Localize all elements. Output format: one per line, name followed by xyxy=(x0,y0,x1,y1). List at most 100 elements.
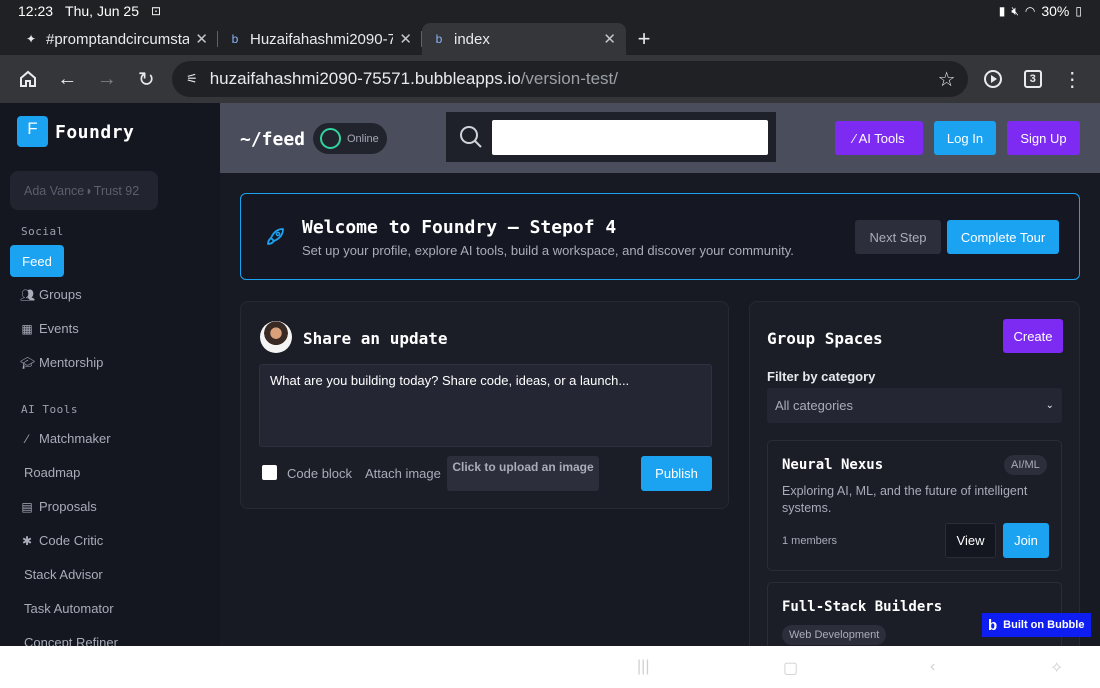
banner-title: Welcome to Foundry — Stepof 4 xyxy=(302,217,617,238)
bookmark-star-icon[interactable]: ☆ xyxy=(938,67,956,92)
sidebar-item-events[interactable]: ▦ Events xyxy=(20,321,79,336)
sidebar-item-mentorship[interactable]: 🎓︎ Mentorship xyxy=(20,355,103,370)
user-trust: Trust 92 xyxy=(93,183,140,198)
close-icon[interactable]: ✕ xyxy=(195,30,208,48)
search-input[interactable] xyxy=(492,119,768,155)
avatar[interactable] xyxy=(260,321,292,353)
screenshot-icon: ⊡ xyxy=(150,4,162,18)
browser-tab-strip: ✦ #promptandcircumstan ✕ b Huzaifahashmi… xyxy=(0,22,1100,55)
back-nav-icon[interactable]: ‹ xyxy=(930,658,935,676)
accessibility-icon[interactable]: ✧ xyxy=(1050,658,1063,678)
sidebar-item-task-automator[interactable]: Task Automator xyxy=(24,601,114,616)
forward-icon[interactable]: → xyxy=(87,59,127,99)
clock-date: Thu, Jun 25 xyxy=(65,3,139,19)
built-on-bubble-badge[interactable]: b Built on Bubble xyxy=(982,613,1091,637)
system-status-bar: 12:23 Thu, Jun 25 ⊡ ▮ 🔇︎ ◠ 30% ▯ xyxy=(0,0,1100,22)
group-name[interactable]: Neural Nexus xyxy=(782,457,883,473)
online-status-toggle[interactable]: Online xyxy=(313,123,387,154)
sidebar-item-label: Concept Refiner xyxy=(24,635,118,646)
mute-icon: 🔇︎ xyxy=(1011,3,1019,18)
group-spaces-title: Group Spaces xyxy=(767,329,883,348)
banner-subtitle: Set up your profile, explore AI tools, b… xyxy=(302,243,794,258)
category-filter-select[interactable]: All categories ⌄ xyxy=(767,388,1062,423)
browser-toolbar: ← → ↻ ⚟ huzaifahashmi2090-75571.bubbleap… xyxy=(0,55,1100,103)
ai-tools-button[interactable]: ⁄ AI Tools xyxy=(835,121,923,155)
share-update-card: Share an update Code block Attach image … xyxy=(240,301,729,509)
complete-tour-button[interactable]: Complete Tour xyxy=(947,220,1059,254)
user-chip[interactable]: Ada Vance ◗ Trust 92 xyxy=(10,171,158,210)
publish-button[interactable]: Publish xyxy=(641,456,712,491)
sidebar-item-label: Events xyxy=(39,321,79,336)
reload-icon[interactable]: ↻ xyxy=(127,59,167,99)
file-icon: ▤ xyxy=(21,499,33,514)
home-nav-icon[interactable]: ▢ xyxy=(783,658,798,678)
chevron-down-icon: ⌄ xyxy=(1045,400,1054,411)
sidebar-item-code-critic[interactable]: ✱ Code Critic xyxy=(20,533,103,548)
battery-icon: ▯ xyxy=(1075,4,1082,18)
sidebar-item-label: Task Automator xyxy=(24,601,114,616)
join-group-button[interactable]: Join xyxy=(1003,523,1049,558)
top-header: ~/feed Online ⁄ AI Tools Log In Sign Up xyxy=(220,103,1100,173)
login-button[interactable]: Log In xyxy=(934,121,996,155)
url-path: /version-test/ xyxy=(520,69,618,88)
browser-tab[interactable]: ✦ #promptandcircumstan ✕ xyxy=(14,23,218,55)
new-tab-button[interactable]: + xyxy=(626,23,662,55)
search-icon[interactable] xyxy=(458,124,484,150)
brand-name[interactable]: Foundry xyxy=(55,122,134,143)
sidebar-item-concept-refiner[interactable]: Concept Refiner xyxy=(24,635,118,646)
bubble-icon: b xyxy=(231,32,239,46)
crosshair-icon: ✦ xyxy=(25,32,37,46)
image-upload-button[interactable]: Click to upload an image xyxy=(447,456,599,491)
address-bar[interactable]: ⚟ huzaifahashmi2090-75571.bubbleapps.io /… xyxy=(172,61,968,97)
sidebar-item-feed[interactable]: Feed xyxy=(10,245,64,277)
group-members: 1 members xyxy=(782,535,838,547)
create-group-button[interactable]: Create xyxy=(1003,319,1063,353)
back-icon[interactable]: ← xyxy=(48,59,88,99)
group-name[interactable]: Full-Stack Builders xyxy=(782,599,942,615)
status-label: Online xyxy=(347,132,379,145)
status-dot-icon xyxy=(320,128,341,149)
url-host: huzaifahashmi2090-75571.bubbleapps.io xyxy=(209,69,521,88)
next-step-button[interactable]: Next Step xyxy=(855,220,941,254)
code-block-checkbox[interactable] xyxy=(262,465,277,480)
brand-logo[interactable]: F xyxy=(17,116,48,147)
group-spaces-card: Group Spaces Create Filter by category A… xyxy=(749,301,1080,646)
shield-icon: ◗ xyxy=(85,183,93,198)
site-settings-icon[interactable]: ⚟ xyxy=(186,71,198,87)
section-label-social: Social xyxy=(21,225,64,238)
graduation-cap-icon: 🎓︎ xyxy=(20,355,36,370)
clock-time: 12:23 xyxy=(18,3,54,19)
attach-image-label: Attach image xyxy=(365,466,441,481)
sidebar-item-proposals[interactable]: ▤ Proposals xyxy=(20,499,96,514)
bubble-badge-label: Built on Bubble xyxy=(1003,619,1085,631)
home-icon[interactable] xyxy=(8,59,48,99)
recent-apps-icon[interactable]: ||| xyxy=(637,658,649,676)
media-play-icon[interactable] xyxy=(974,59,1014,99)
bubble-icon: b xyxy=(435,32,443,46)
browser-tab[interactable]: b Huzaifahashmi2090-75 ✕ xyxy=(218,23,422,55)
rocket-icon xyxy=(267,228,284,245)
close-icon[interactable]: ✕ xyxy=(603,30,616,48)
tab-title: Huzaifahashmi2090-75 xyxy=(250,30,394,48)
user-name: Ada Vance xyxy=(24,183,85,198)
sidebar-item-stack-advisor[interactable]: Stack Advisor xyxy=(24,567,103,582)
sidebar-item-matchmaker[interactable]: ⁄ Matchmaker xyxy=(20,431,111,446)
more-menu-icon[interactable]: ⋮ xyxy=(1053,59,1093,99)
magic-wand-icon: ⁄ xyxy=(853,130,856,146)
section-label-ai-tools: AI Tools xyxy=(21,403,78,416)
web-app: F Foundry Ada Vance ◗ Trust 92 Social Fe… xyxy=(0,103,1100,646)
ai-tools-label: AI Tools xyxy=(858,130,905,146)
view-group-button[interactable]: View xyxy=(945,523,996,558)
group-description: Exploring AI, ML, and the future of inte… xyxy=(782,484,1028,515)
browser-tab-active[interactable]: b index ✕ xyxy=(422,23,626,55)
sidebar-item-roadmap[interactable]: Roadmap xyxy=(24,465,80,480)
tab-count: 3 xyxy=(1023,70,1042,88)
sidebar-item-groups[interactable]: 👥︎ Groups xyxy=(20,287,82,302)
close-icon[interactable]: ✕ xyxy=(399,30,412,48)
sidebar-item-label: Roadmap xyxy=(24,465,81,480)
code-block-label: Code block xyxy=(287,466,353,481)
signup-button[interactable]: Sign Up xyxy=(1007,121,1080,155)
update-textarea[interactable] xyxy=(259,364,712,447)
tab-switcher-button[interactable]: 3 xyxy=(1013,59,1053,99)
group-item: Neural Nexus AI/ML Exploring AI, ML, and… xyxy=(767,440,1062,571)
